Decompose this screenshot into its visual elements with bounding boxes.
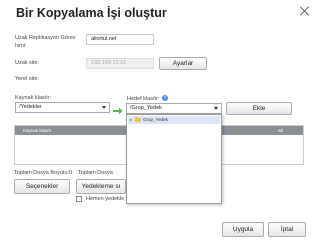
total-size-label: Toplam Dosya Boyutu:0 <box>14 170 73 176</box>
column-header-source: Kaynak klasör <box>23 128 52 133</box>
source-folder-select[interactable]: /Yedekler <box>15 102 110 113</box>
cancel-button[interactable]: İptal <box>268 222 306 237</box>
job-name-label: Uzak Replikasyon Görev İsmi: <box>15 35 76 49</box>
create-replication-job-dialog: Bir Kopyalama İşi oluştur Uzak Replikasy… <box>0 0 320 248</box>
options-button[interactable]: Seçenekler <box>14 179 70 194</box>
remote-site-input: 192.168.12.16 <box>86 58 154 69</box>
job-name-input[interactable]: aliortul.net <box>86 34 154 45</box>
target-folder-select[interactable]: /Grup_Yedek <box>126 103 222 114</box>
add-button[interactable]: Ekle <box>226 102 292 115</box>
target-folder-value: /Grup_Yedek <box>130 105 162 111</box>
help-icon[interactable]: ? <box>162 95 168 101</box>
close-icon[interactable] <box>300 6 310 16</box>
column-header-delete: Sil <box>278 128 284 133</box>
dropdown-item[interactable]: Grup_Yedek <box>128 116 220 124</box>
total-count-label: Toplam Dosya <box>78 170 113 176</box>
target-folder-dropdown: Grup_Yedek <box>126 114 222 204</box>
local-site-label: Yerel site: <box>15 76 39 82</box>
arrow-right-icon <box>113 107 123 115</box>
schedule-button[interactable]: Yedekleme sı <box>76 179 126 194</box>
target-folder-label: Hedef klasör: <box>127 96 160 102</box>
dialog-title: Bir Kopyalama İşi oluştur <box>16 6 167 20</box>
chevron-down-icon <box>102 106 106 109</box>
source-folder-label: Kaynak klasör: <box>15 95 52 101</box>
backup-now-label: Hemen yedekle <box>86 196 125 202</box>
remote-site-label: Uzak site: <box>15 60 40 66</box>
settings-button[interactable]: Ayarlar <box>159 57 207 70</box>
expand-icon[interactable] <box>130 118 132 121</box>
folder-icon <box>135 117 141 122</box>
dropdown-item-label: Grup_Yedek <box>143 117 168 122</box>
chevron-down-icon <box>214 107 218 110</box>
apply-button[interactable]: Uygula <box>222 222 264 237</box>
backup-now-checkbox[interactable] <box>76 196 82 202</box>
source-folder-value: /Yedekler <box>19 104 42 110</box>
